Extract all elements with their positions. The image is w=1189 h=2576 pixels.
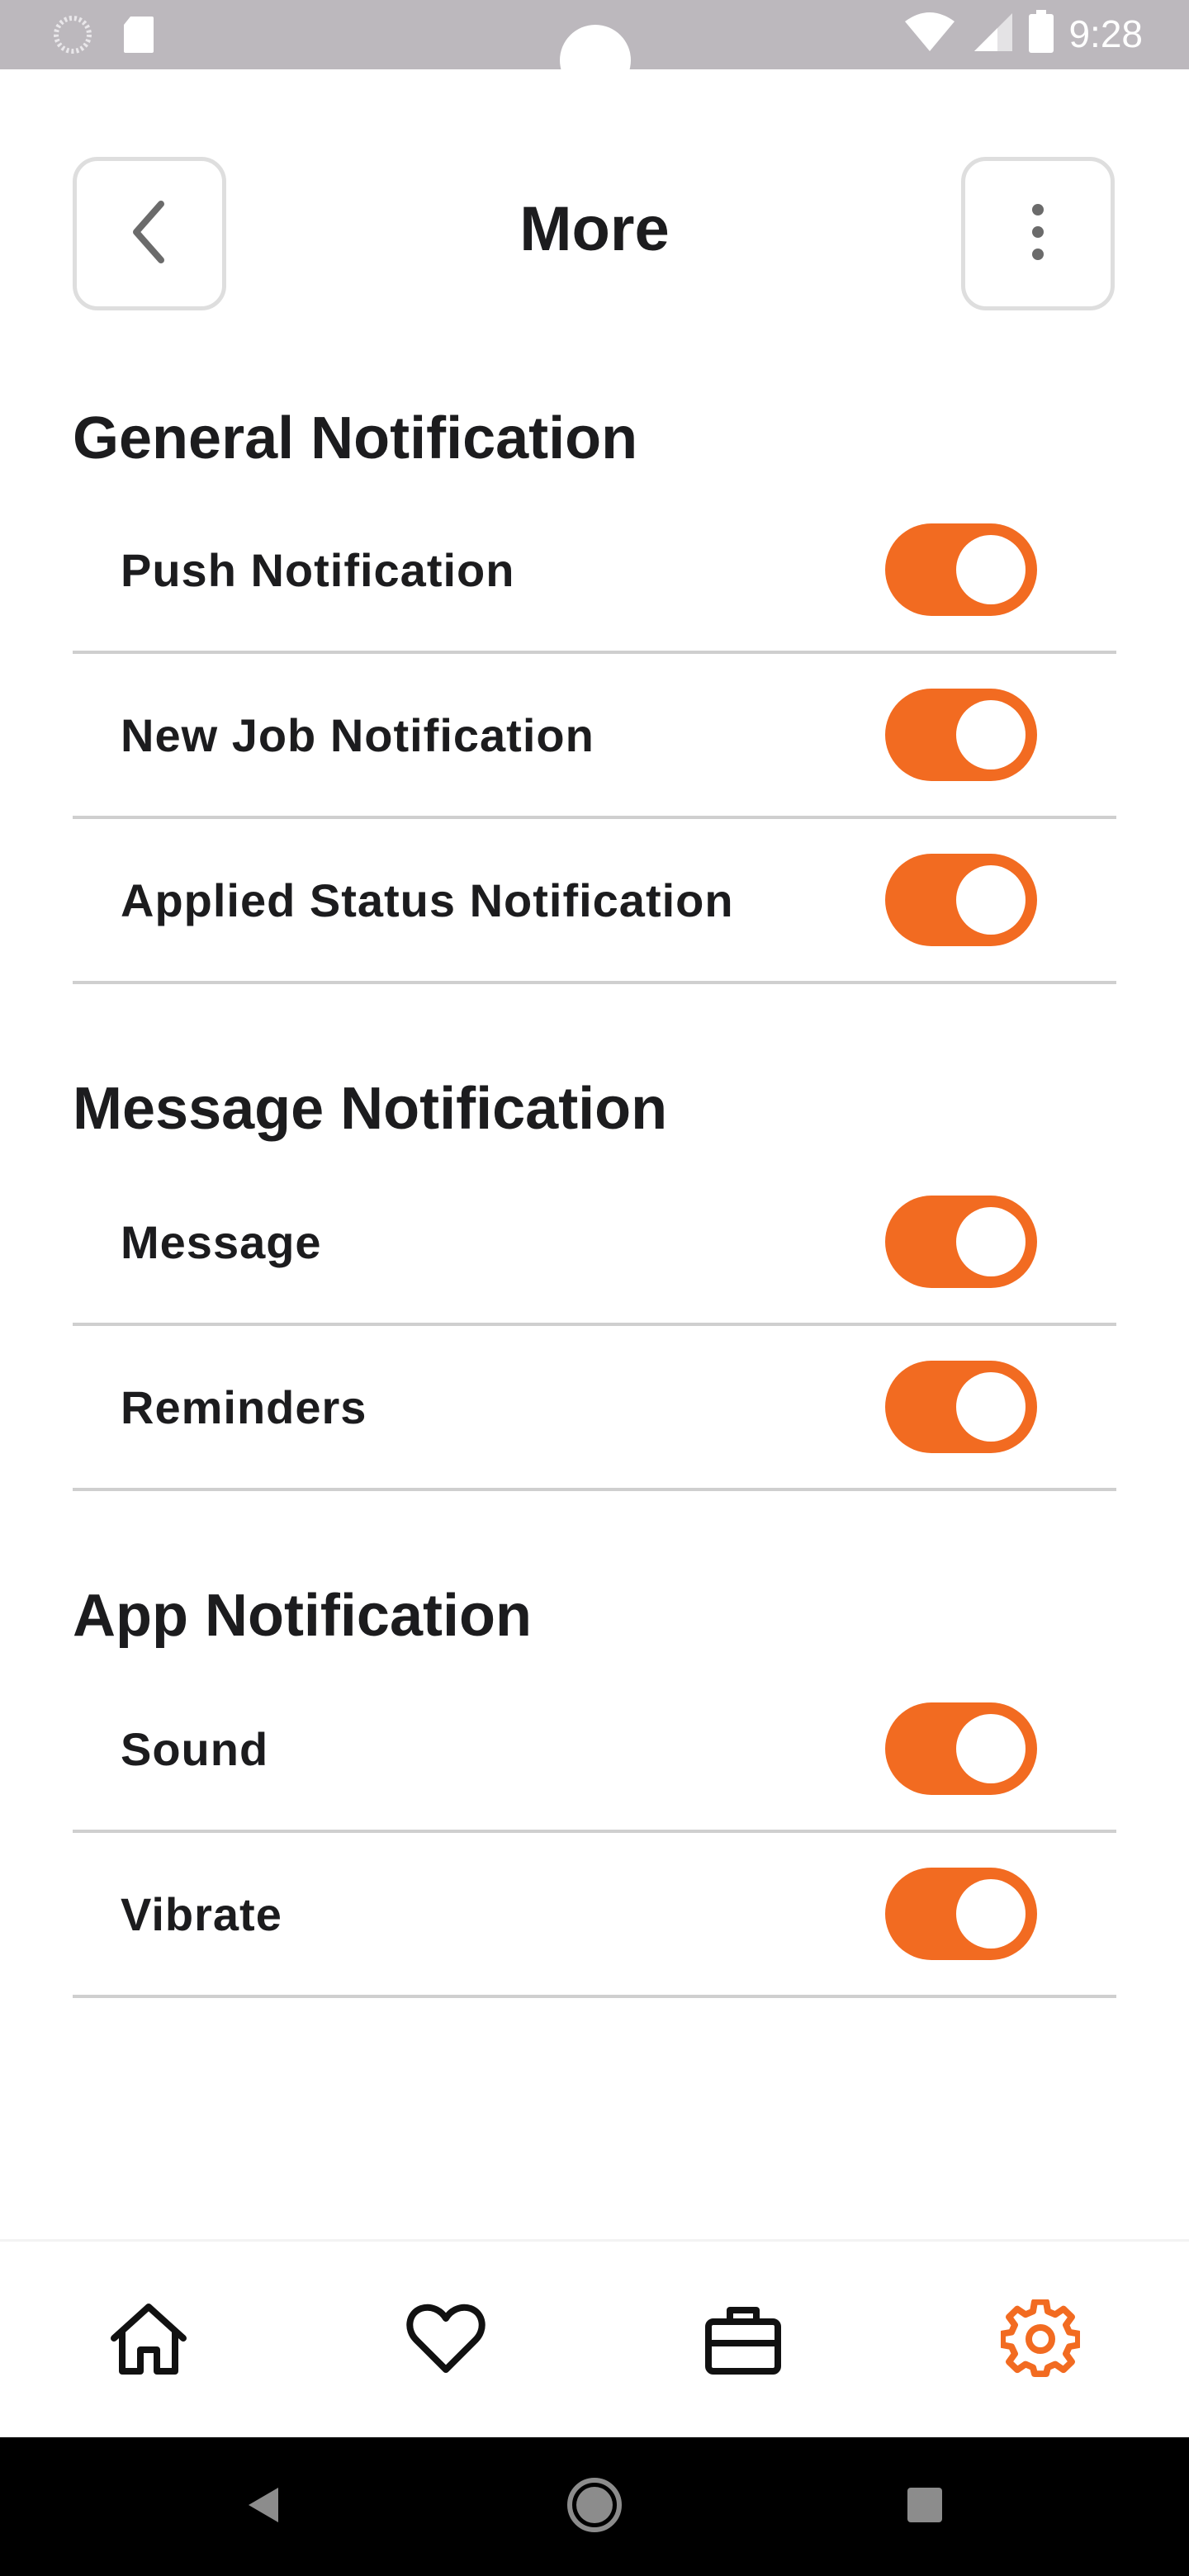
setting-row-message: Message: [73, 1161, 1116, 1326]
section-title-app: App Notification: [73, 1583, 532, 1649]
triangle-back-icon: [244, 2484, 285, 2530]
tab-settings[interactable]: [966, 2266, 1115, 2415]
setting-label: Applied Status Notification: [121, 874, 734, 926]
toggle-knob: [956, 1372, 1026, 1442]
setting-label: Push Notification: [121, 544, 515, 596]
square-recents-icon: [906, 2486, 944, 2528]
setting-row-sound: Sound: [73, 1668, 1116, 1833]
vertical-dots-icon: [1030, 203, 1046, 265]
setting-row-reminders: Reminders: [73, 1326, 1116, 1491]
briefcase-icon: [703, 2302, 783, 2380]
system-recents-button[interactable]: [883, 2465, 966, 2548]
setting-row-applied-status-notification: Applied Status Notification: [73, 819, 1116, 984]
setting-row-push-notification: Push Notification: [73, 489, 1116, 654]
setting-label: Sound: [121, 1723, 269, 1775]
section-title-message: Message Notification: [73, 1076, 668, 1142]
toggle-knob: [956, 865, 1026, 935]
wifi-icon: [903, 10, 956, 57]
system-navigation-bar: [0, 2437, 1189, 2576]
setting-label: Reminders: [121, 1381, 367, 1433]
tab-jobs[interactable]: [669, 2266, 817, 2415]
signal-icon: [971, 10, 1014, 57]
spinner-icon: [53, 15, 92, 59]
toggle-knob: [956, 535, 1026, 604]
sd-card-icon: [122, 15, 155, 59]
setting-row-vibrate: Vibrate: [73, 1833, 1116, 1998]
battery-icon: [1029, 10, 1054, 57]
sound-toggle[interactable]: [885, 1702, 1037, 1795]
section-title-general: General Notification: [73, 405, 638, 471]
setting-row-new-job-notification: New Job Notification: [73, 654, 1116, 819]
tab-home[interactable]: [74, 2266, 223, 2415]
bottom-tab-bar: [0, 2239, 1189, 2437]
gear-icon: [999, 2298, 1082, 2383]
toggle-knob: [956, 700, 1026, 769]
status-bar: 9:28: [0, 0, 1189, 96]
status-time: 9:28: [1068, 12, 1143, 55]
toggle-knob: [956, 1879, 1026, 1949]
toggle-knob: [956, 1207, 1026, 1276]
header: More: [0, 69, 1189, 317]
vibrate-toggle[interactable]: [885, 1868, 1037, 1960]
toggle-knob: [956, 1714, 1026, 1783]
reminders-toggle[interactable]: [885, 1361, 1037, 1453]
setting-label: New Job Notification: [121, 709, 594, 761]
circle-home-icon: [566, 2476, 623, 2538]
tab-favorites[interactable]: [372, 2266, 520, 2415]
push-notification-toggle[interactable]: [885, 523, 1037, 616]
heart-icon: [406, 2304, 486, 2379]
new-job-notification-toggle[interactable]: [885, 689, 1037, 781]
more-options-button[interactable]: [961, 157, 1115, 310]
message-toggle[interactable]: [885, 1196, 1037, 1288]
setting-label: Message: [121, 1216, 322, 1268]
system-home-button[interactable]: [553, 2465, 636, 2548]
applied-status-notification-toggle[interactable]: [885, 854, 1037, 946]
system-back-button[interactable]: [223, 2465, 306, 2548]
setting-label: Vibrate: [121, 1888, 282, 1940]
home-icon: [109, 2302, 188, 2380]
